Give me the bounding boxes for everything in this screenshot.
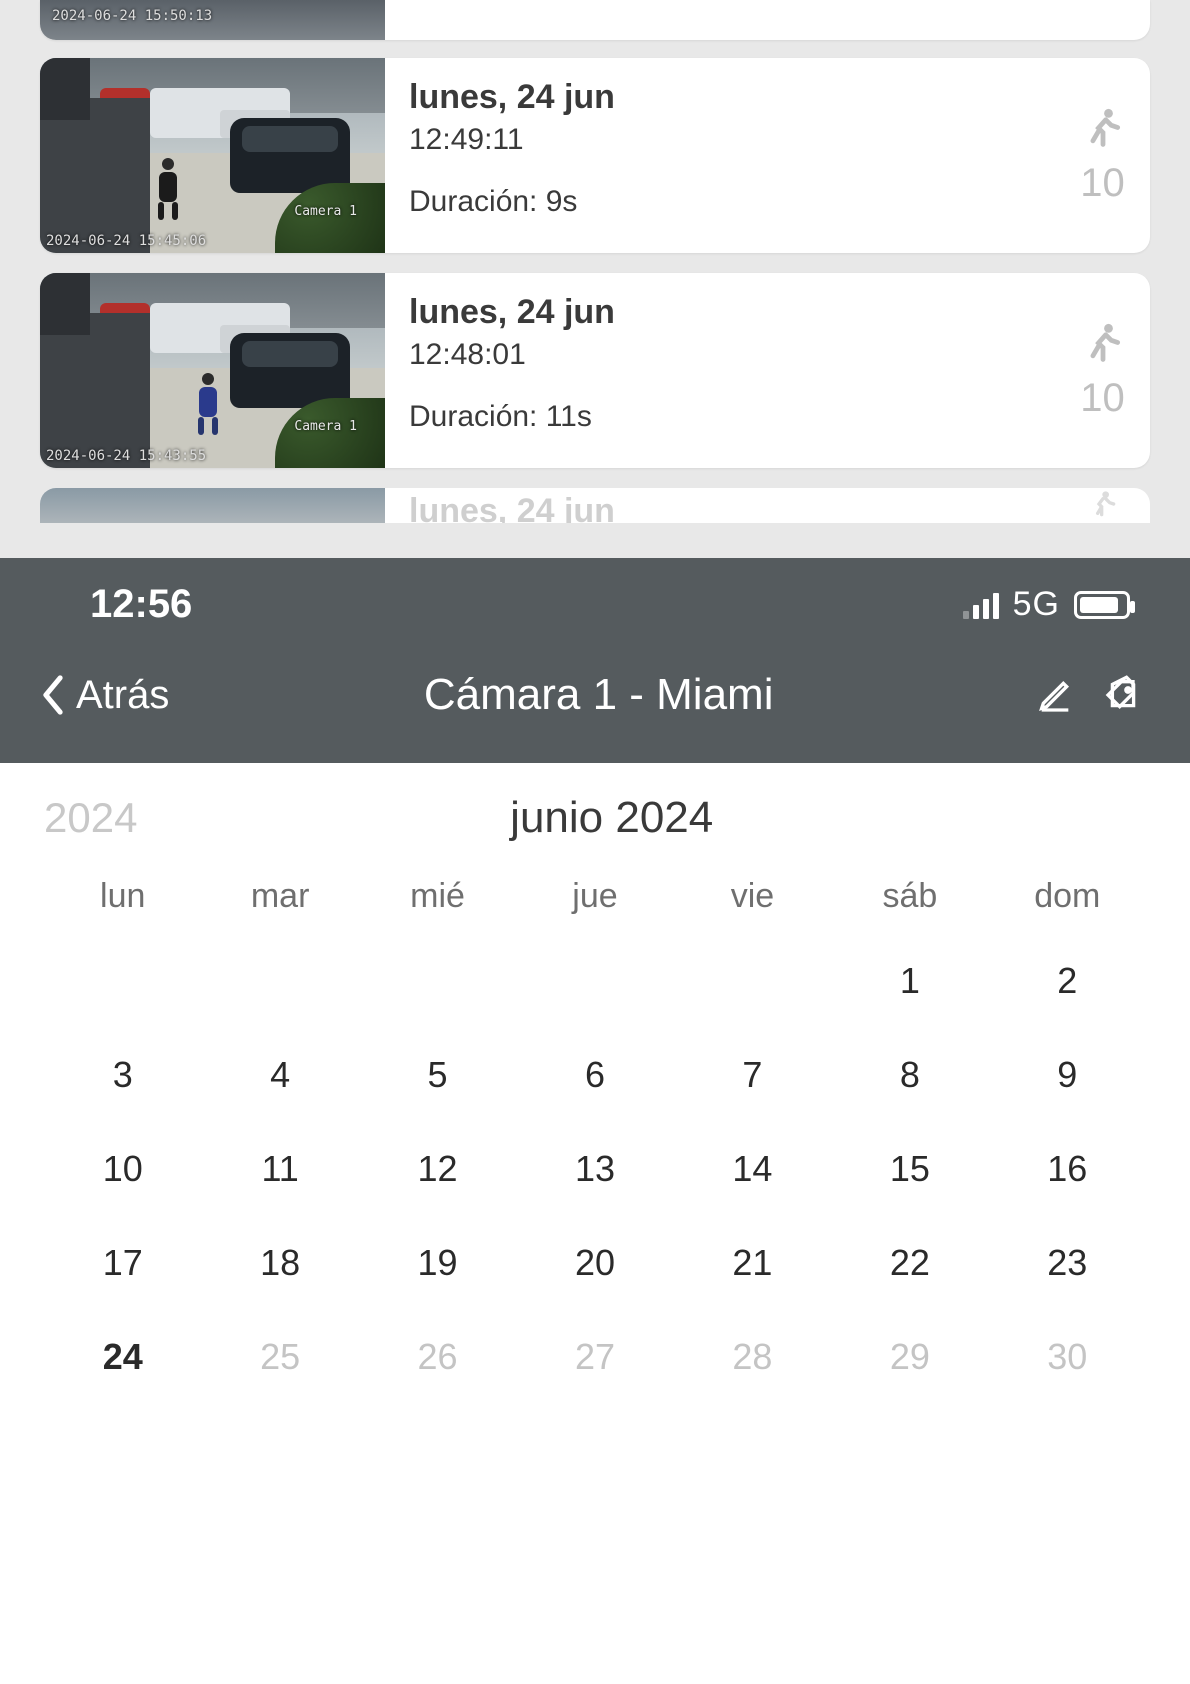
calendar-day[interactable]: 3 [44,1046,201,1104]
calendar-dow: jue [516,877,673,916]
calendar-day[interactable]: 19 [359,1234,516,1292]
clip-card[interactable]: Camera 1 2024-06-24 15:45:06 lunes, 24 jun… [40,58,1150,253]
motion-count: 10 [1080,376,1125,421]
calendar-day[interactable]: 11 [201,1140,358,1198]
calendar-dow: sáb [831,877,988,916]
calendar-day: 28 [674,1328,831,1386]
calendar-day: 26 [359,1328,516,1386]
calendar-day[interactable]: 21 [674,1234,831,1292]
network-label: 5G [1013,585,1060,624]
calendar-day[interactable]: 22 [831,1234,988,1292]
calendar-day[interactable]: 2 [989,952,1146,1010]
calendar-day: 30 [989,1328,1146,1386]
edit-button[interactable] [1028,675,1082,715]
calendar-day[interactable]: 23 [989,1234,1146,1292]
clip-info: lunes, 24 jun 12:48:01 Duración: 11s [385,273,1055,468]
calendar-day: 25 [201,1328,358,1386]
camera-detail-panel: 12:56 5G Atrás Cámara 1 - Miami [0,558,1190,1684]
motion-icon [1081,321,1125,370]
thumb-camera-label: Camera 1 [294,419,357,434]
calendar-day: 27 [516,1328,673,1386]
clip-card-partial-top[interactable]: 2024-06-24 15:50:13 [40,0,1150,40]
calendar-dow: mar [201,877,358,916]
motion-badge: 10 [1055,273,1150,468]
back-button[interactable]: Atrás [40,673,169,718]
calendar-day[interactable]: 12 [359,1140,516,1198]
clip-time: 12:49:11 [409,123,1031,157]
back-label: Atrás [76,673,169,718]
calendar-day[interactable]: 4 [201,1046,358,1104]
motion-badge: 10 [1055,58,1150,253]
calendar-day[interactable]: 7 [674,1046,831,1104]
calendar-day[interactable]: 9 [989,1046,1146,1104]
calendar-day[interactable]: 20 [516,1234,673,1292]
clip-date: lunes, 24 jun [385,488,1055,523]
clip-thumbnail[interactable]: Camera 1 2024-06-24 15:45:06 [40,58,385,253]
calendar-day[interactable]: 13 [516,1140,673,1198]
clip-time: 12:48:01 [409,338,1031,372]
calendar-day[interactable]: 18 [201,1234,358,1292]
calendar-day[interactable]: 15 [831,1140,988,1198]
thumb-timestamp: 2024-06-24 15:50:13 [52,8,212,24]
clip-info: lunes, 24 jun 12:49:11 Duración: 9s [385,58,1055,253]
motion-icon [1055,488,1150,523]
calendar-day[interactable]: 16 [989,1140,1146,1198]
thumb-timestamp: 2024-06-24 15:45:06 [46,233,206,249]
app-header: 12:56 5G Atrás Cámara 1 - Miami [0,558,1190,763]
calendar-day[interactable]: 10 [44,1140,201,1198]
calendar-day[interactable]: 8 [831,1046,988,1104]
calendar: 2024 junio 2024 lunmarmiéjueviesábdom123… [0,763,1190,1684]
calendar-day[interactable]: 6 [516,1046,673,1104]
motion-icon [1081,106,1125,155]
clip-duration: Duración: 9s [409,185,1031,219]
calendar-day[interactable]: 17 [44,1234,201,1292]
calendar-month: junio 2024 [77,793,1146,843]
thumb-camera-label: Camera 1 [294,204,357,219]
status-time: 12:56 [90,582,192,627]
calendar-day[interactable]: 1 [831,952,988,1010]
status-bar: 12:56 5G [0,558,1190,627]
calendar-dow: lun [44,877,201,916]
clip-duration: Duración: 11s [409,400,1031,434]
clip-list: Camera 1 2024-06-24 15:45:06 lunes, 24 jun… [0,58,1190,468]
clip-thumbnail[interactable]: Camera 1 2024-06-24 15:43:55 [40,273,385,468]
calendar-day[interactable]: 5 [359,1046,516,1104]
clip-card[interactable]: Camera 1 2024-06-24 15:43:55 lunes, 24 jun… [40,273,1150,468]
calendar-day[interactable]: 14 [674,1140,831,1198]
battery-icon [1074,591,1130,619]
calendar-dow: dom [989,877,1146,916]
clip-card-partial-bottom[interactable]: lunes, 24 jun [40,488,1150,523]
tag-button[interactable] [1096,675,1150,715]
signal-icon [963,591,999,619]
clip-date: lunes, 24 jun [409,293,1031,332]
clip-date: lunes, 24 jun [409,78,1031,117]
calendar-day[interactable]: 24 [44,1328,201,1386]
calendar-dow: vie [674,877,831,916]
thumb-timestamp: 2024-06-24 15:43:55 [46,448,206,464]
calendar-dow: mié [359,877,516,916]
motion-count: 10 [1080,161,1125,206]
calendar-day: 29 [831,1328,988,1386]
page-title: Cámara 1 - Miami [183,670,1014,720]
